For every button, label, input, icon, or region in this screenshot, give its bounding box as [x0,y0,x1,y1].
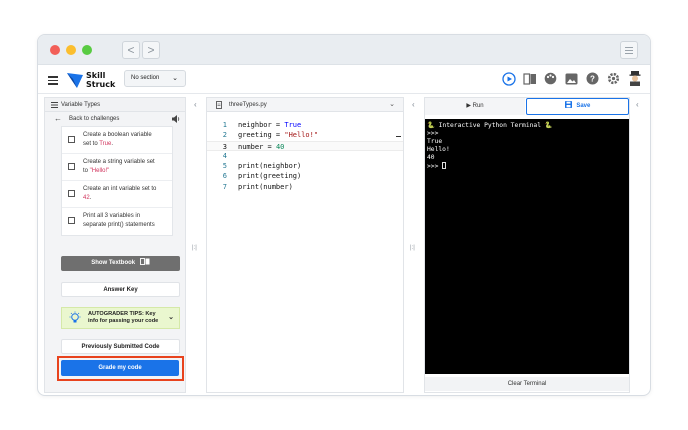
svg-text:?: ? [590,74,595,83]
image-icon[interactable] [564,71,579,86]
logo-text-line2: Struck [86,80,116,89]
logo-text-line1: Skill [86,71,106,80]
help-icon[interactable]: ? [585,71,600,86]
collapse-terminal-icon[interactable]: ‹ [636,100,639,109]
file-icon [216,101,222,109]
line-number: 5 [222,162,227,171]
editor-scroll-marker [396,136,401,137]
hamburger-menu-icon[interactable] [48,75,58,85]
code-line[interactable]: 4 [207,151,403,161]
code-line[interactable]: 1 neighbor = True [207,120,403,130]
chevron-down-icon: ⌄ [168,314,174,321]
code-line[interactable]: 7 print(number) [207,182,403,192]
checklist-item-line1: Create a string variable set [83,159,155,165]
app-toolbar: ? [501,71,642,89]
save-label: Save [576,103,591,109]
show-textbook-button[interactable]: Show Textbook [61,256,180,271]
collapse-editor-icon[interactable]: ‹ [412,100,415,109]
collapse-left-icon[interactable]: ‹ [194,100,197,109]
book-icon[interactable] [522,71,537,86]
show-textbook-label: Show Textbook [91,260,136,266]
autograder-tips-toggle[interactable]: AUTOGRADER TIPS: Key info for passing yo… [61,307,180,329]
checkbox[interactable] [68,163,75,170]
run-circle-icon[interactable] [501,71,516,86]
title-bar: < > [38,35,650,65]
checklist-item-line2: 42. [83,195,92,201]
section-select-value: No section [131,75,160,81]
chevron-down-icon: ⌄ [172,75,178,82]
line-number: 7 [222,182,227,191]
list-icon [51,102,58,108]
checklist-item[interactable]: Create a string variable set to "Hello!" [62,154,172,181]
grade-button-highlight: Grade my code [57,356,184,381]
tips-line2: info for passing your code [88,318,159,324]
play-icon: ▶ [466,103,471,109]
file-tab[interactable]: threeTypes.py ⌄ [207,98,403,112]
checklist-item-line1: Print all 3 variables in [83,213,141,219]
settings-icon[interactable] [606,71,621,86]
minimize-window-button[interactable] [66,45,76,55]
nav-forward-button[interactable]: > [142,41,160,59]
checklist-item-line2: set to True. [83,141,114,147]
terminal-cursor [442,162,447,169]
checklist-item-line1: Create an int variable set to [83,186,157,192]
save-icon [564,101,572,108]
checkbox[interactable] [68,190,75,197]
speaker-icon[interactable] [172,115,181,123]
browser-menu-icon[interactable] [620,41,638,59]
nav-back-button[interactable]: < [122,41,140,59]
section-select[interactable]: No section ⌄ [124,70,186,87]
checklist-item-line2: to "Hello!" [83,168,110,174]
resize-handle-right[interactable]: |:| [410,245,415,251]
save-button[interactable]: Save [526,98,629,115]
code-editor-panel: threeTypes.py ⌄ 1 neighbor = True 2 greeti… [206,97,404,393]
answer-key-button[interactable]: Answer Key [61,282,180,297]
file-name: threeTypes.py [229,102,267,108]
checklist-item[interactable]: Create an int variable set to 42. [62,181,172,208]
instructions-panel: Variable Types ← Back to challenges Crea… [44,97,186,393]
line-number: 1 [222,121,227,129]
terminal-output[interactable]: 🐍 Interactive Python Terminal 🐍 >>> True… [425,119,629,374]
checkbox[interactable] [68,217,75,224]
maximize-window-button[interactable] [82,45,92,55]
back-to-challenges-label: Back to challenges [69,116,120,122]
chevron-down-icon[interactable]: ⌄ [389,98,395,112]
book-icon [139,258,150,265]
tips-line1: AUTOGRADER TIPS: Key [88,311,156,317]
logo-text: Skill Struck [86,71,115,89]
clear-terminal-button[interactable]: Clear Terminal [425,377,629,391]
lightbulb-icon [69,311,81,323]
checklist-item-line1: Create a boolean variable [83,132,152,138]
code-line[interactable]: 5 print(neighbor) [207,161,403,171]
code-line-active[interactable]: 3 number = 40 [207,140,403,151]
skillstruck-logo-icon [67,73,83,88]
code-area[interactable]: 1 neighbor = True 2 greeting = "Hello!" 3n… [207,120,403,192]
back-to-challenges-link[interactable]: ← Back to challenges [45,112,185,126]
grade-my-code-button[interactable]: Grade my code [61,360,179,376]
browser-window: < > Skill Struck No section ⌄ ? Variable… [37,34,651,396]
code-line[interactable]: 6 print(greeting) [207,171,403,181]
terminal-panel: ▶ Run Save 🐍 Interactive Python Terminal… [424,97,630,393]
palette-icon[interactable] [543,71,558,86]
run-label: Run [472,103,484,109]
checklist: Create a boolean variable set to True. C… [61,126,173,236]
checklist-item[interactable]: Print all 3 variables in separate print(… [62,208,172,235]
resize-handle-left[interactable]: |:| [192,245,197,251]
code-line[interactable]: 2 greeting = "Hello!" [207,130,403,140]
checkbox[interactable] [68,136,75,143]
lesson-header: Variable Types [45,98,185,112]
lesson-title: Variable Types [61,102,101,108]
back-arrow-icon: ← [54,114,62,123]
line-number: 6 [222,172,227,181]
checklist-item-line2: separate print() statements [83,222,155,228]
line-number: 2 [222,131,227,140]
avatar[interactable] [627,71,642,86]
run-button[interactable]: ▶ Run [425,98,525,115]
app-header: Skill Struck No section ⌄ ? [38,66,650,94]
line-number: 4 [222,151,227,160]
checklist-item[interactable]: Create a boolean variable set to True. [62,127,172,154]
close-window-button[interactable] [50,45,60,55]
previously-submitted-button[interactable]: Previously Submitted Code [61,339,180,354]
